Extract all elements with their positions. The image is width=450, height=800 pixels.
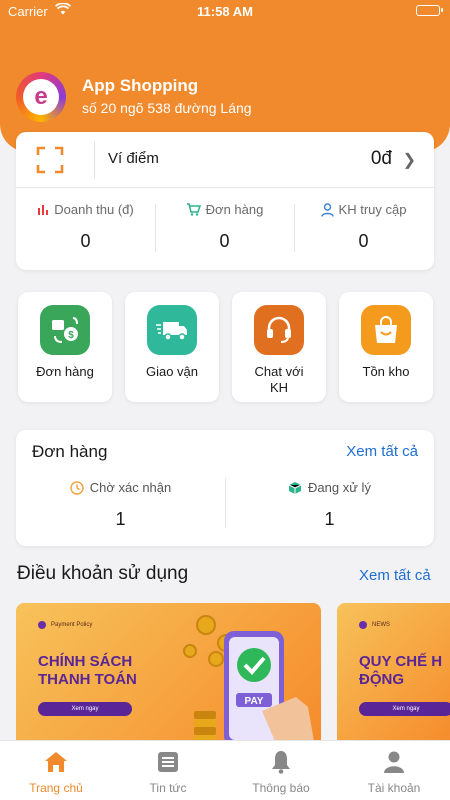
stat-visitors-label: KH truy cập [338,202,407,217]
banner-view-button[interactable]: Xem ngay [38,702,132,716]
store-address: số 20 ngõ 538 đường Láng [82,100,252,116]
orders-pending-label: Chờ xác nhận [89,480,172,495]
shortcut-chat-label: Chat với KH [254,364,304,395]
stat-revenue-value: 0 [80,231,91,251]
banner-view-button[interactable]: Xem ngay [359,702,450,716]
status-bar: Carrier 11:58 AM [0,0,450,24]
store-name: App Shopping [82,76,199,95]
shortcut-delivery-label: Giao vận [145,364,199,379]
shortcut-delivery[interactable]: Giao vận [125,292,219,402]
cart-icon [186,203,201,216]
policy-badge-icon [38,621,46,629]
stat-orders-label: Đơn hàng [205,202,264,217]
scan-icon[interactable] [36,146,64,174]
phone-payment-illustration: PAY [183,615,316,753]
banner-tag: NEWS [359,621,390,629]
banner-heading-line-2: THANH TOÁN [38,671,137,688]
stat-revenue-label: Doanh thu (đ) [54,202,134,217]
shortcut-orders-label: Đơn hàng [36,364,94,379]
tab-notifications[interactable]: Thông báo [225,749,337,795]
shortcut-inventory-label: Tồn kho [362,364,410,379]
tab-home-label: Trang chủ [29,781,83,795]
orders-processing-label: Đang xử lý [308,480,371,495]
headset-icon [254,305,304,355]
shortcut-chat[interactable]: Chat với KH [232,292,326,402]
pay-label: PAY [245,696,264,707]
clock-time: 11:58 AM [197,4,253,19]
store-logo[interactable]: e [16,72,66,122]
banner-heading: CHÍNH SÁCH THANH TOÁN [38,653,137,689]
shopping-bag-icon [361,305,411,355]
delivery-truck-icon [147,305,197,355]
bar-chart-icon [38,205,49,215]
orders-see-all-link[interactable]: Xem tất cả [346,443,418,460]
terms-section-title: Điều khoản sử dụng [17,563,189,584]
bottom-tab-bar: Trang chủ Tin tức Thông báo Tài khoản [0,740,450,800]
stat-revenue[interactable]: Doanh thu (đ) 0 [16,202,155,252]
wallet-label: Ví điểm [108,150,159,167]
stat-orders-value: 0 [219,231,230,251]
wallet-value: 0đ [370,148,392,169]
banner-heading-line-1: CHÍNH SÁCH [38,653,133,670]
payment-policy-banner[interactable]: Payment Policy CHÍNH SÁCH THANH TOÁN Xem… [16,603,321,753]
stat-visitors-value: 0 [358,231,369,251]
tab-account[interactable]: Tài khoản [338,749,450,795]
tab-account-label: Tài khoản [367,781,421,795]
tab-news[interactable]: Tin tức [112,749,224,795]
wallet-divider [94,142,95,178]
orders-processing[interactable]: Đang xử lý 1 [225,480,434,530]
banner-tag-text: Payment Policy [51,622,93,628]
wallet-row[interactable]: Ví điểm 0đ ❯ [16,132,434,188]
shortcut-inventory[interactable]: Tồn kho [339,292,433,402]
tab-home[interactable]: Trang chủ [0,749,112,795]
home-icon [45,752,67,772]
orders-title: Đơn hàng [32,442,108,461]
stat-visitors[interactable]: KH truy cập 0 [294,202,433,252]
news-icon [158,752,178,772]
bell-icon [272,751,290,774]
banner-heading: QUY CHẾ H ĐỘNG [359,653,442,689]
battery-icon [416,5,443,16]
clock-icon [70,480,84,495]
summary-card: Ví điểm 0đ ❯ Doanh thu (đ) 0 Đơn hàng 0 … [16,132,434,270]
stat-orders[interactable]: Đơn hàng 0 [155,202,294,252]
chevron-right-icon[interactable]: ❯ [403,150,416,170]
banner-tag-text: NEWS [372,622,390,628]
news-badge-icon [359,621,367,629]
tab-news-label: Tin tức [149,781,187,795]
banner-heading-line-2: ĐỘNG [359,671,404,688]
tab-notifications-label: Thông báo [252,781,310,795]
order-exchange-icon: $ [40,305,90,355]
svg-text:$: $ [68,330,74,341]
banner-heading-line-1: QUY CHẾ H [359,653,443,670]
box-icon [288,481,302,494]
orders-processing-value: 1 [324,509,335,529]
orders-pending[interactable]: Chờ xác nhận 1 [16,480,225,530]
regulations-banner[interactable]: NEWS QUY CHẾ H ĐỘNG Xem ngay [337,603,450,753]
user-icon [320,202,334,217]
shortcut-orders[interactable]: $ Đơn hàng [18,292,112,402]
banner-tag: Payment Policy [38,621,92,629]
orders-card: Đơn hàng Xem tất cả Chờ xác nhận 1 Đang … [16,430,434,546]
terms-see-all-link[interactable]: Xem tất cả [359,567,431,584]
account-icon [384,751,404,773]
orders-pending-value: 1 [115,509,126,529]
